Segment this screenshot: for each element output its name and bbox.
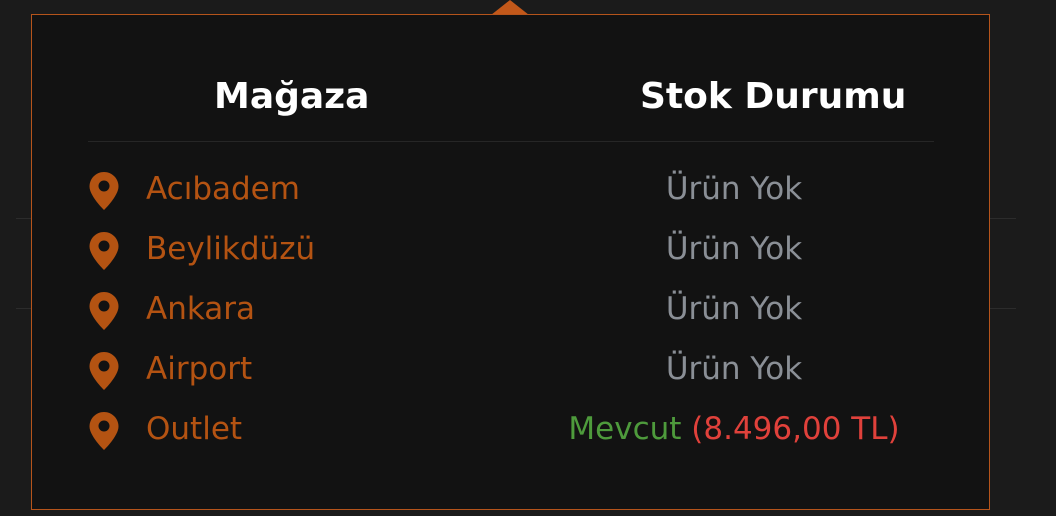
store-row-acibadem[interactable]: Acıbadem Ürün Yok — [88, 161, 934, 221]
page-background: Mağaza Stok Durumu Acıbadem Ürün Yok Bey… — [0, 0, 1056, 516]
store-row-outlet[interactable]: Outlet Mevcut (8.496,00 TL) — [88, 401, 934, 461]
store-name[interactable]: Acıbadem — [146, 169, 300, 209]
stock-status-text: Ürün Yok — [665, 351, 803, 387]
location-pin-icon — [89, 232, 119, 270]
store-stock-popup: Mağaza Stok Durumu Acıbadem Ürün Yok Bey… — [31, 14, 990, 510]
column-header-store: Mağaza — [214, 76, 370, 117]
popup-arrow — [491, 0, 529, 15]
location-pin-icon — [89, 412, 119, 450]
location-pin-icon — [89, 352, 119, 390]
stock-status: Mevcut (8.496,00 TL) — [534, 409, 934, 449]
stock-status-text: Ürün Yok — [665, 231, 803, 267]
column-header-stock: Stok Durumu — [640, 76, 907, 117]
stock-status-text: Ürün Yok — [665, 291, 803, 327]
stock-status: Ürün Yok — [534, 229, 934, 269]
store-row-ankara[interactable]: Ankara Ürün Yok — [88, 281, 934, 341]
store-name[interactable]: Airport — [146, 349, 252, 389]
location-pin-icon — [89, 292, 119, 330]
store-name[interactable]: Outlet — [146, 409, 242, 449]
table-header: Mağaza Stok Durumu — [88, 75, 934, 142]
store-name[interactable]: Beylikdüzü — [146, 229, 315, 269]
location-pin-icon — [89, 172, 119, 210]
store-row-airport[interactable]: Airport Ürün Yok — [88, 341, 934, 401]
store-row-beylikduzu[interactable]: Beylikdüzü Ürün Yok — [88, 221, 934, 281]
stock-available-text: Mevcut — [568, 411, 682, 447]
stock-price: (8.496,00 TL) — [691, 411, 900, 447]
store-list: Acıbadem Ürün Yok Beylikdüzü Ürün Yok An… — [88, 161, 934, 461]
stock-status: Ürün Yok — [534, 349, 934, 389]
stock-status: Ürün Yok — [534, 169, 934, 209]
store-name[interactable]: Ankara — [146, 289, 255, 329]
stock-status-text: Ürün Yok — [665, 171, 803, 207]
stock-status: Ürün Yok — [534, 289, 934, 329]
